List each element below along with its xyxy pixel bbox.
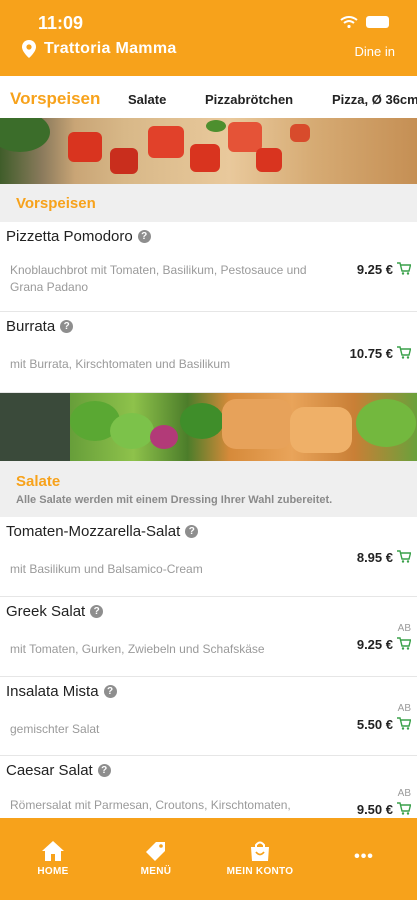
info-icon[interactable]: ? <box>97 764 111 777</box>
add-to-cart-icon[interactable] <box>397 802 411 815</box>
info-icon[interactable]: ? <box>90 605 104 618</box>
nav-label: MENÜ <box>140 866 172 877</box>
section-header-vorspeisen: Vorspeisen <box>0 184 417 222</box>
bottom-navigation: HOME MENÜ MEIN KONTO ••• <box>0 818 417 900</box>
info-icon[interactable]: ? <box>60 320 74 333</box>
home-icon <box>42 841 64 861</box>
tag-icon <box>146 842 165 861</box>
status-icons <box>340 16 389 28</box>
item-description: mit Tomaten, Gurken, Zwiebeln und Schafs… <box>10 642 265 656</box>
bag-icon <box>251 841 269 861</box>
add-to-cart-icon[interactable] <box>397 346 411 359</box>
tab-pizza[interactable]: Pizza, Ø 36cm <box>332 92 417 107</box>
item-price: 10.75 € <box>349 346 393 361</box>
dine-in-toggle[interactable]: Dine in <box>355 44 395 59</box>
price-from-label: AB <box>397 623 411 634</box>
nav-label: MEIN KONTO <box>226 866 294 877</box>
category-tabs: Vorspeisen Salate Pizzabrötchen Pizza, Ø… <box>0 84 417 118</box>
price-from-label: AB <box>397 788 411 799</box>
item-price: 5.50 € <box>356 717 393 732</box>
menu-item[interactable]: Burrata ? mit Burrata, Kirschtomaten und… <box>0 312 417 393</box>
item-price: 9.25 € <box>356 637 393 652</box>
item-price: 8.95 € <box>356 550 393 565</box>
menu-item[interactable]: Caesar Salat ? Römersalat mit Parmesan, … <box>0 756 417 818</box>
tab-vorspeisen[interactable]: Vorspeisen <box>10 89 100 109</box>
salate-banner-image <box>0 393 417 461</box>
nav-account[interactable]: MEIN KONTO <box>215 840 305 877</box>
menu-item[interactable]: Tomaten-Mozzarella-Salat ? mit Basilikum… <box>0 517 417 597</box>
add-to-cart-icon[interactable] <box>397 637 411 650</box>
nav-label: HOME <box>37 866 69 877</box>
status-time: 11:09 <box>38 13 84 33</box>
section-header-salate: Salate Alle Salate werden mit einem Dres… <box>0 461 417 517</box>
item-description: mit Basilikum und Balsamico-Cream <box>10 562 203 576</box>
item-description: Römersalat mit Parmesan, Croutons, Kirsc… <box>10 798 291 812</box>
item-price: 9.25 € <box>356 262 393 277</box>
item-name-text: Greek Salat <box>6 603 86 620</box>
item-name: Pizzetta Pomodoro ? <box>6 228 151 245</box>
item-name-text: Tomaten-Mozzarella-Salat <box>6 523 181 540</box>
item-name: Caesar Salat ? <box>6 762 111 779</box>
item-description: mit Burrata, Kirschtomaten und Basilikum <box>10 357 231 371</box>
item-name-text: Pizzetta Pomodoro <box>6 228 133 245</box>
info-icon[interactable]: ? <box>103 685 117 698</box>
section-title: Salate <box>16 473 61 490</box>
price-from-label: AB <box>397 703 411 714</box>
menu-item[interactable]: Pizzetta Pomodoro ? Knoblauchbrot mit To… <box>0 222 417 312</box>
item-price: 9.50 € <box>356 802 393 817</box>
item-name-text: Caesar Salat <box>6 762 93 779</box>
item-name-text: Insalata Mista <box>6 683 99 700</box>
nav-menu[interactable]: MENÜ <box>111 840 201 877</box>
item-description: Knoblauchbrot mit Tomaten, Basilikum, Pe… <box>10 263 307 294</box>
info-icon[interactable]: ? <box>185 525 199 538</box>
item-description: gemischter Salat <box>10 722 100 736</box>
more-icon: ••• <box>354 848 374 865</box>
nav-home[interactable]: HOME <box>8 840 98 877</box>
item-name: Tomaten-Mozzarella-Salat ? <box>6 523 199 540</box>
add-to-cart-icon[interactable] <box>397 262 411 275</box>
restaurant-name: Trattoria Mamma <box>44 40 177 57</box>
section-title: Vorspeisen <box>16 195 96 212</box>
info-icon[interactable]: ? <box>137 230 151 243</box>
item-name: Greek Salat ? <box>6 603 104 620</box>
section-note: Alle Salate werden mit einem Dressing Ih… <box>16 494 333 506</box>
add-to-cart-icon[interactable] <box>397 550 411 563</box>
menu-item[interactable]: Insalata Mista ? gemischter Salat AB 5.5… <box>0 677 417 756</box>
add-to-cart-icon[interactable] <box>397 717 411 730</box>
tab-salate[interactable]: Salate <box>128 92 166 107</box>
battery-icon <box>366 16 389 28</box>
tab-pizzabroetchen[interactable]: Pizzabrötchen <box>205 92 293 107</box>
nav-more[interactable]: ••• <box>319 848 409 866</box>
location-pin-icon <box>22 40 36 58</box>
restaurant-selector[interactable]: Trattoria Mamma <box>22 40 177 58</box>
item-name-text: Burrata <box>6 318 56 335</box>
menu-item[interactable]: Greek Salat ? mit Tomaten, Gurken, Zwieb… <box>0 597 417 677</box>
item-name: Insalata Mista ? <box>6 683 117 700</box>
item-name: Burrata ? <box>6 318 74 335</box>
app-header: 11:09 Trattoria Mamma Dine in <box>0 0 417 76</box>
vorspeisen-banner-image <box>0 118 417 184</box>
wifi-icon <box>340 16 358 28</box>
